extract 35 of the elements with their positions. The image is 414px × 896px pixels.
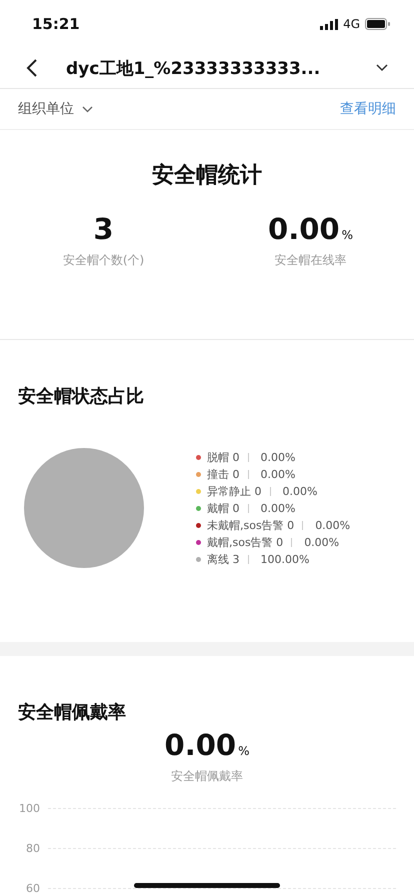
legend-label: 撞击 0 [207, 466, 240, 482]
network-label: 4G [343, 17, 360, 31]
chevron-down-icon [376, 64, 388, 72]
back-icon[interactable] [26, 58, 38, 78]
section-title: 安全帽统计 [151, 162, 263, 190]
legend-label: 异常静止 0 [207, 484, 262, 498]
legend-percent: 0.00% [315, 518, 350, 532]
legend-label: 戴帽 0 [207, 500, 240, 516]
axis-label: 80 [25, 842, 40, 854]
legend-label: 戴帽,sos告警 0 [207, 534, 284, 550]
section-title: 安全帽状态占比 [18, 385, 145, 408]
signal-icon [320, 18, 338, 30]
legend-percent: 0.00% [260, 468, 296, 480]
axis-label: 60 [25, 882, 40, 894]
page-title[interactable]: dyc工地1_%23333333333... [66, 56, 358, 80]
legend-percent: 0.00% [260, 502, 296, 514]
section-title: 安全帽佩戴率 [18, 701, 127, 724]
org-unit-dropdown[interactable]: 组织单位 [18, 100, 93, 118]
rate-label: 安全帽佩戴率 [170, 768, 244, 785]
metric-label: 安全帽在线率 [274, 252, 348, 269]
legend-percent: 0.00% [282, 484, 318, 498]
metric-value: 3 [92, 212, 115, 246]
legend-percent: 0.00% [304, 536, 340, 548]
battery-icon [365, 18, 390, 30]
legend-label: 未戴帽,sos告警 0 [207, 518, 294, 532]
axis-label: 100 [18, 802, 40, 814]
metric-label: 安全帽个数(个) [62, 252, 146, 269]
status-time: 15:21 [32, 15, 80, 33]
legend-percent: 0.00% [260, 450, 296, 464]
rate-value: 0.00% [164, 728, 250, 762]
legend-percent: 100.00% [260, 552, 310, 566]
legend-label: 脱帽 0 [207, 450, 240, 464]
chevron-down-icon [82, 106, 93, 112]
legend-label: 离线 3 [207, 552, 240, 566]
metric-value: 0.00% [267, 212, 354, 246]
